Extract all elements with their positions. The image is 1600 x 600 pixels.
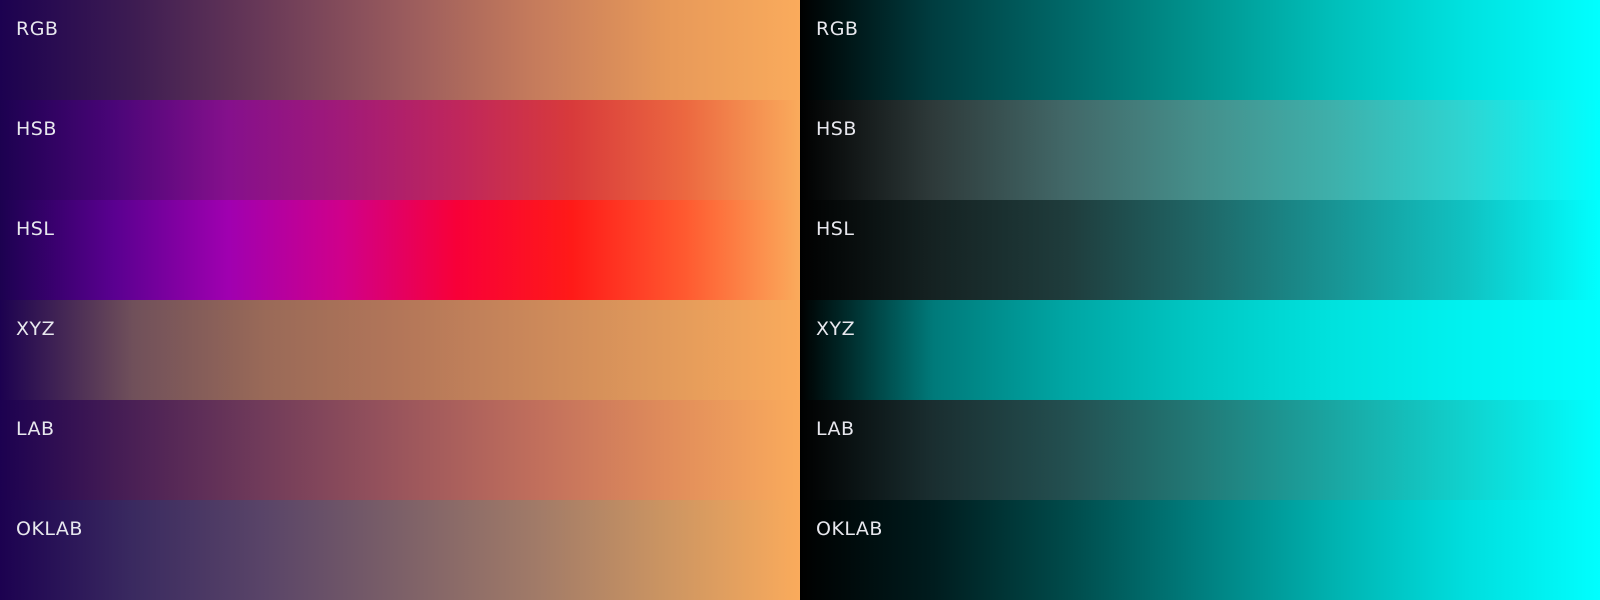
strip-label: XYZ — [816, 318, 856, 340]
strip-oklab: OKLAB — [0, 500, 800, 600]
strip-rgb: RGB — [800, 0, 1600, 100]
strip-lab: LAB — [0, 400, 800, 500]
strip-oklab: OKLAB — [800, 500, 1600, 600]
strip-label: OKLAB — [16, 518, 83, 540]
strip-hsl: HSL — [800, 200, 1600, 300]
strip-label: HSB — [816, 118, 857, 140]
strip-rgb: RGB — [0, 0, 800, 100]
strip-label: XYZ — [16, 318, 56, 340]
panel-dark-to-orange: RGB HSB HSL XYZ LAB OKLAB — [0, 0, 800, 600]
strip-label: OKLAB — [816, 518, 883, 540]
gradient-comparison: RGB HSB HSL XYZ LAB OKLAB RGB HSB HSL XY… — [0, 0, 1600, 600]
strip-xyz: XYZ — [800, 300, 1600, 400]
strip-lab: LAB — [800, 400, 1600, 500]
strip-hsb: HSB — [800, 100, 1600, 200]
strip-label: HSB — [16, 118, 57, 140]
strip-label: HSL — [816, 218, 855, 240]
strip-label: LAB — [16, 418, 55, 440]
panel-black-to-cyan: RGB HSB HSL XYZ LAB OKLAB — [800, 0, 1600, 600]
strip-label: HSL — [16, 218, 55, 240]
strip-hsb: HSB — [0, 100, 800, 200]
strip-label: RGB — [816, 18, 859, 40]
strip-label: RGB — [16, 18, 59, 40]
strip-xyz: XYZ — [0, 300, 800, 400]
strip-label: LAB — [816, 418, 855, 440]
strip-hsl: HSL — [0, 200, 800, 300]
